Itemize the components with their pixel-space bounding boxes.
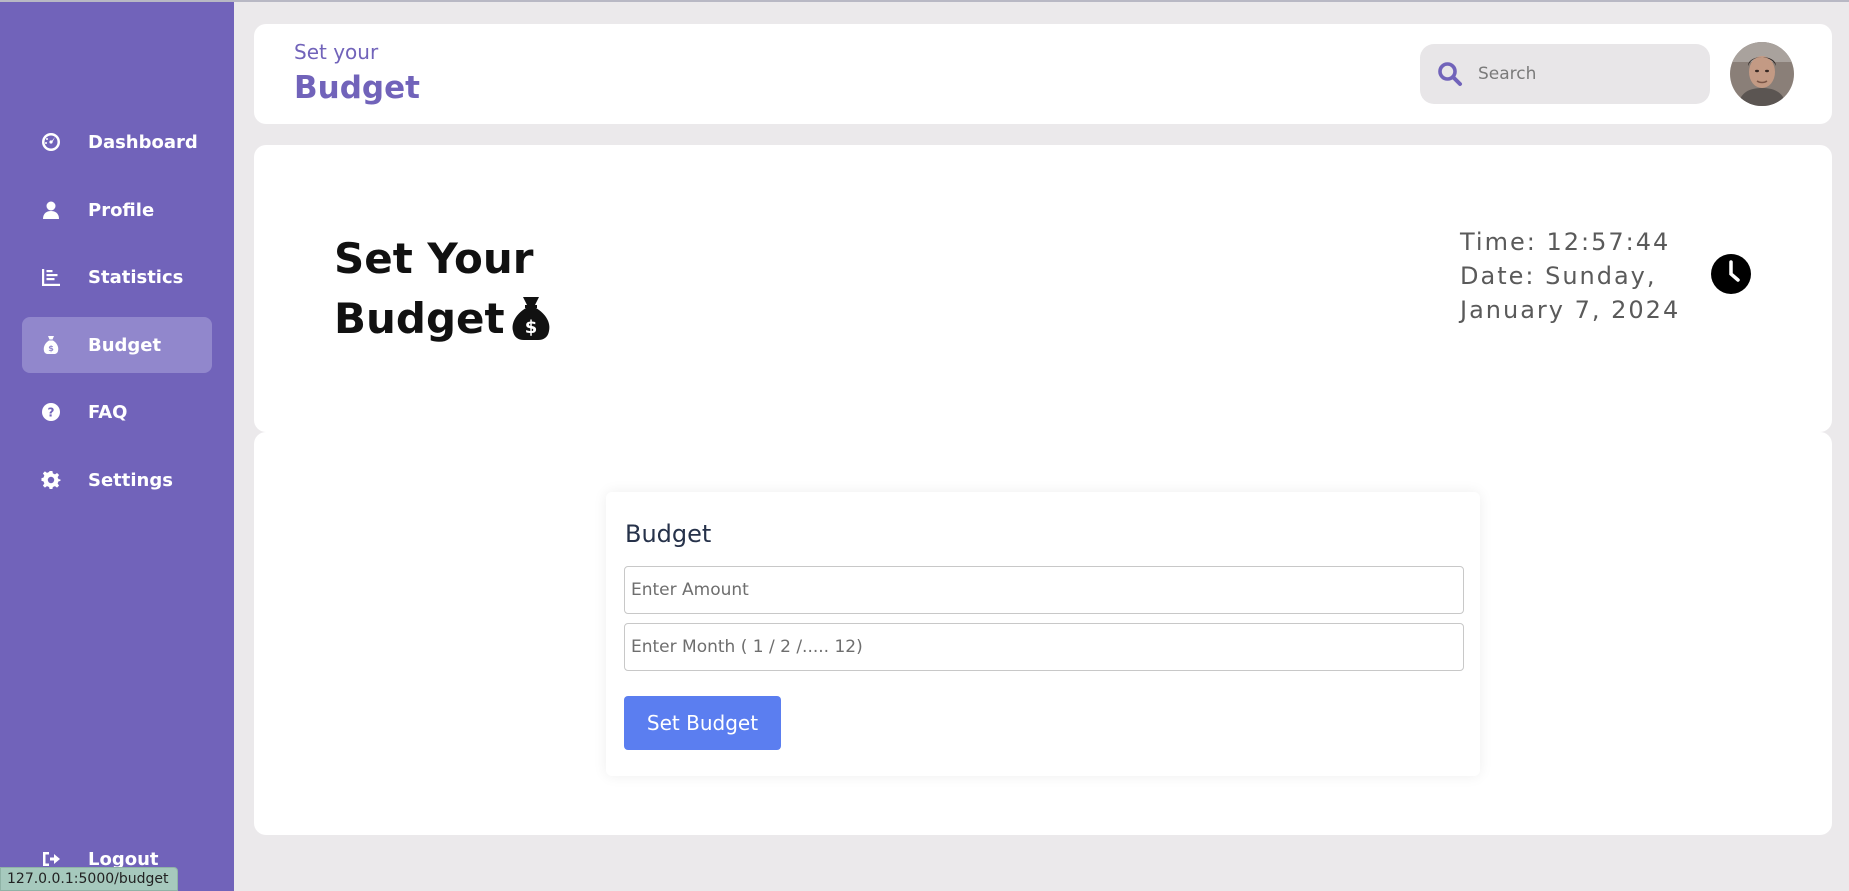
sidebar-item-statistics[interactable]: Statistics	[22, 249, 212, 305]
date-display-line2: January 7, 2024	[1460, 296, 1681, 324]
sidebar-item-label: Dashboard	[88, 131, 198, 153]
hero-panel: Set Your Budget $ Time: 12:57:44 Date: Su…	[254, 145, 1832, 432]
set-budget-button[interactable]: Set Budget	[624, 696, 781, 750]
month-input[interactable]	[624, 623, 1464, 671]
amount-input[interactable]	[624, 566, 1464, 614]
moneybag-icon: $	[40, 334, 62, 356]
search-box[interactable]	[1420, 44, 1710, 104]
sidebar-item-dashboard[interactable]: Dashboard	[22, 114, 212, 170]
sidebar-item-budget[interactable]: $ Budget	[22, 317, 212, 373]
gauge-icon	[40, 131, 62, 153]
budget-form: Budget Set Budget	[606, 492, 1480, 776]
sidebar-item-label: FAQ	[88, 401, 128, 423]
chart-icon	[40, 266, 62, 288]
hero-title-line2-wrap: Budget $	[334, 289, 553, 349]
date-display-line1: Date: Sunday,	[1460, 262, 1657, 290]
datetime: Time: 12:57:44 Date: Sunday, January 7, …	[1460, 225, 1680, 327]
hero-title-line1: Set Your	[334, 234, 534, 283]
moneybag-icon: $	[509, 295, 553, 341]
form-panel: Budget Set Budget	[254, 432, 1832, 835]
gear-icon	[40, 469, 62, 491]
sidebar-item-label: Profile	[88, 199, 155, 221]
question-icon: ?	[40, 401, 62, 423]
svg-text:$: $	[524, 317, 537, 338]
sidebar-item-profile[interactable]: Profile	[22, 182, 212, 238]
form-title: Budget	[625, 520, 712, 548]
svg-text:?: ?	[48, 406, 55, 420]
search-icon[interactable]	[1436, 60, 1464, 88]
sidebar-item-faq[interactable]: ? FAQ	[22, 384, 212, 440]
avatar[interactable]	[1730, 42, 1794, 106]
header: Set your Budget	[254, 24, 1832, 124]
status-bar-url: 127.0.0.1:5000/budget	[0, 867, 178, 891]
search-input[interactable]	[1478, 64, 1678, 84]
sidebar-item-label: Budget	[88, 334, 162, 356]
sidebar-item-label: Settings	[88, 469, 173, 491]
page-title: Budget	[294, 70, 420, 106]
hero-title-line2: Budget	[334, 294, 505, 343]
user-icon	[40, 199, 62, 221]
clock-icon	[1710, 253, 1752, 295]
sidebar: Dashboard Profile Statistics $ Budget ? …	[0, 2, 234, 891]
time-display: Time: 12:57:44	[1460, 228, 1671, 256]
sidebar-item-label: Statistics	[88, 266, 184, 288]
sidebar-item-settings[interactable]: Settings	[22, 452, 212, 508]
hero-title: Set Your Budget $	[334, 229, 553, 349]
svg-text:$: $	[48, 344, 54, 353]
header-subtitle: Set your	[294, 40, 379, 64]
